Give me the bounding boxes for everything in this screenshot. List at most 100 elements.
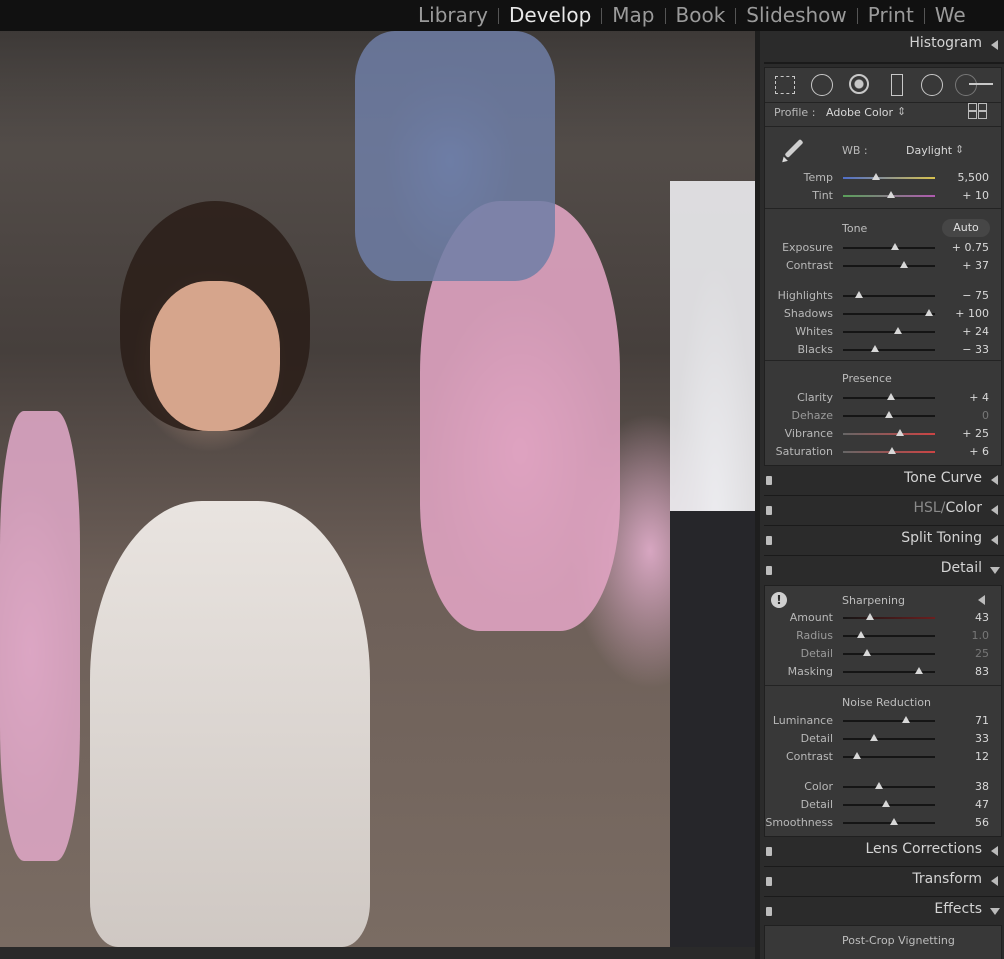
- slider-track[interactable]: [843, 653, 935, 655]
- slider-handle[interactable]: [896, 429, 905, 436]
- slider-handle[interactable]: [925, 309, 934, 316]
- detail-preview-triangle-icon[interactable]: [978, 595, 985, 605]
- slider-handle[interactable]: [862, 649, 871, 656]
- slider-track[interactable]: [843, 720, 935, 722]
- module-develop[interactable]: Develop: [499, 0, 601, 31]
- panel-switch-icon[interactable]: [766, 566, 772, 575]
- transform-panel-header[interactable]: Transform: [764, 867, 1004, 896]
- slider-value[interactable]: + 0.75: [952, 241, 989, 254]
- slider-value[interactable]: 38: [975, 780, 989, 793]
- module-print[interactable]: Print: [858, 0, 924, 31]
- slider-handle[interactable]: [872, 173, 881, 180]
- module-slideshow[interactable]: Slideshow: [736, 0, 857, 31]
- graduated-filter-icon[interactable]: [891, 74, 903, 96]
- slider-value[interactable]: 33: [975, 732, 989, 745]
- collapse-triangle-icon[interactable]: [991, 535, 998, 545]
- slider-value[interactable]: 47: [975, 798, 989, 811]
- detail-panel-header[interactable]: Detail: [764, 556, 1004, 585]
- slider-handle[interactable]: [886, 191, 895, 198]
- slider-track[interactable]: [843, 313, 935, 315]
- crop-tool-icon[interactable]: [775, 76, 795, 94]
- slider-value[interactable]: + 100: [955, 307, 989, 320]
- slider-value[interactable]: + 4: [969, 391, 989, 404]
- slider-handle[interactable]: [890, 243, 899, 250]
- red-eye-icon[interactable]: [849, 74, 869, 94]
- slider-value[interactable]: 56: [975, 816, 989, 829]
- slider-handle[interactable]: [870, 734, 879, 741]
- slider-handle[interactable]: [852, 752, 861, 759]
- panel-switch-icon[interactable]: [766, 536, 772, 545]
- collapse-triangle-icon[interactable]: [991, 505, 998, 515]
- tone-curve-panel-header[interactable]: Tone Curve: [764, 466, 1004, 495]
- adjustment-brush-icon[interactable]: [955, 74, 977, 96]
- slider-handle[interactable]: [885, 411, 893, 418]
- slider-value[interactable]: + 37: [962, 259, 989, 272]
- collapse-triangle-icon[interactable]: [991, 846, 998, 856]
- profile-dropdown[interactable]: Adobe Color: [826, 106, 893, 119]
- slider-track[interactable]: [843, 331, 935, 333]
- panel-switch-icon[interactable]: [766, 877, 772, 886]
- hsl-color-panel-header[interactable]: HSL/Color: [764, 496, 1004, 525]
- slider-handle[interactable]: [915, 667, 924, 674]
- slider-value[interactable]: 83: [975, 665, 989, 678]
- slider-track[interactable]: [843, 265, 935, 267]
- slider-value[interactable]: 12: [975, 750, 989, 763]
- slider-handle[interactable]: [854, 291, 863, 298]
- radial-filter-icon[interactable]: [921, 74, 943, 96]
- collapse-triangle-icon[interactable]: [991, 40, 998, 50]
- slider-value[interactable]: + 25: [962, 427, 989, 440]
- expand-triangle-icon[interactable]: [990, 908, 1000, 915]
- white-balance-eyedropper-icon[interactable]: [777, 134, 807, 165]
- collapse-triangle-icon[interactable]: [991, 475, 998, 485]
- slider-track[interactable]: [843, 786, 935, 788]
- slider-handle[interactable]: [899, 261, 908, 268]
- slider-handle[interactable]: [886, 393, 895, 400]
- slider-value[interactable]: + 6: [969, 445, 989, 458]
- effects-panel-header[interactable]: Effects: [764, 897, 1004, 926]
- hsl-tab[interactable]: HSL: [914, 500, 941, 516]
- slider-value[interactable]: 43: [975, 611, 989, 624]
- color-tab[interactable]: Color: [945, 500, 982, 516]
- slider-value[interactable]: + 24: [962, 325, 989, 338]
- slider-value[interactable]: + 10: [962, 189, 989, 202]
- slider-value[interactable]: 1.0: [972, 629, 990, 642]
- split-toning-panel-header[interactable]: Split Toning: [764, 526, 1004, 555]
- slider-value[interactable]: − 75: [962, 289, 989, 302]
- lens-corrections-panel-header[interactable]: Lens Corrections: [764, 837, 1004, 866]
- wb-dropdown[interactable]: Daylight: [906, 144, 952, 157]
- slider-handle[interactable]: [894, 327, 903, 334]
- slider-track[interactable]: [843, 177, 935, 179]
- slider-handle[interactable]: [902, 716, 911, 723]
- histogram-panel-header[interactable]: Histogram: [764, 31, 1004, 60]
- slider-value[interactable]: 0: [982, 409, 989, 422]
- panel-switch-icon[interactable]: [766, 847, 772, 856]
- slider-track[interactable]: [843, 738, 935, 740]
- slider-track[interactable]: [843, 617, 935, 619]
- slider-handle[interactable]: [871, 345, 880, 352]
- collapse-triangle-icon[interactable]: [991, 876, 998, 886]
- slider-value[interactable]: 71: [975, 714, 989, 727]
- slider-handle[interactable]: [857, 631, 866, 638]
- slider-handle[interactable]: [882, 800, 891, 807]
- panel-switch-icon[interactable]: [766, 506, 772, 515]
- slider-track[interactable]: [843, 349, 935, 351]
- panel-switch-icon[interactable]: [766, 476, 772, 485]
- slider-handle[interactable]: [865, 613, 874, 620]
- expand-triangle-icon[interactable]: [990, 567, 1000, 574]
- auto-tone-button[interactable]: Auto: [942, 219, 990, 237]
- spot-removal-icon[interactable]: [811, 74, 833, 96]
- photo-canvas[interactable]: [0, 31, 755, 947]
- slider-handle[interactable]: [874, 782, 883, 789]
- slider-value[interactable]: − 33: [962, 343, 989, 356]
- profile-browser-icon[interactable]: [968, 103, 987, 119]
- slider-value[interactable]: 25: [975, 647, 989, 660]
- slider-handle[interactable]: [887, 447, 896, 454]
- slider-track[interactable]: [843, 247, 935, 249]
- warning-icon[interactable]: !: [771, 592, 787, 608]
- module-map[interactable]: Map: [602, 0, 664, 31]
- slider-handle[interactable]: [889, 818, 898, 825]
- module-library[interactable]: Library: [418, 0, 498, 31]
- module-book[interactable]: Book: [666, 0, 736, 31]
- slider-value[interactable]: 5,500: [958, 171, 990, 184]
- slider-track[interactable]: [843, 433, 935, 435]
